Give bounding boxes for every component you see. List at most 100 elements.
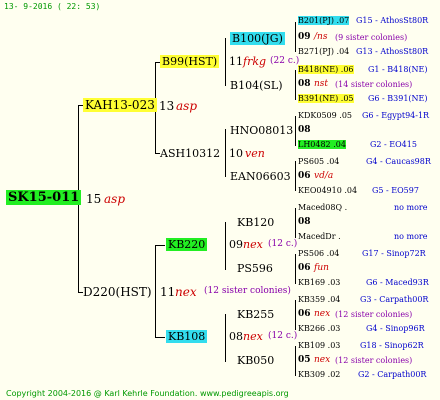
- root-year: 15: [86, 192, 102, 206]
- right-entry-id[interactable]: KB359 .04: [298, 295, 340, 304]
- right-entry-id[interactable]: KDK0509 .05: [298, 111, 352, 120]
- right-entry-info: G15 - AthosSt80R: [356, 16, 429, 25]
- kb220-queen[interactable]: KB220: [166, 238, 208, 251]
- right-entry-id[interactable]: KEO04910 .04: [298, 186, 357, 195]
- hno-queen[interactable]: HNO08013: [230, 124, 293, 137]
- connector: [155, 337, 165, 338]
- right-entry-info: G6 - Egypt94-1R: [362, 111, 430, 120]
- sire-queen[interactable]: KAH13-023: [83, 98, 157, 112]
- connector: [295, 300, 296, 330]
- mid-breeder: fun: [314, 263, 329, 273]
- mid-sisters: (12 sister colonies): [335, 310, 413, 319]
- mid-breeder: nex: [314, 355, 331, 365]
- mid-breeder: nex: [314, 309, 331, 319]
- ps596-queen[interactable]: PS596: [237, 262, 273, 275]
- kb220-sisters: (12 c.): [268, 239, 298, 249]
- right-entry-info: G6 - Maced93R: [366, 278, 429, 287]
- right-entry-id[interactable]: Maced08Q .: [298, 203, 347, 212]
- mid-breeder: vd/a: [314, 171, 334, 181]
- kb255-queen[interactable]: KB255: [237, 308, 274, 321]
- right-entry-id[interactable]: B418(NE) .06: [298, 65, 354, 74]
- ash-year: 10: [229, 147, 243, 160]
- right-entry-info: G4 - Caucas98R: [366, 157, 431, 166]
- mid-year: 08: [298, 217, 311, 227]
- timestamp: 13- 9-2016 ( 22: 53): [4, 2, 101, 11]
- b99-queen[interactable]: B99(HST): [160, 55, 220, 68]
- connector: [295, 70, 296, 100]
- right-entry-id[interactable]: KB266 .03: [298, 324, 340, 333]
- right-entry-id[interactable]: LH0482 .04: [298, 140, 346, 149]
- b99-breeder: frkg: [243, 55, 267, 68]
- mid-year: 08: [298, 79, 311, 89]
- connector: [295, 346, 296, 376]
- b99-sisters: (22 c.): [270, 56, 300, 66]
- right-entry-id[interactable]: MacedDr .: [298, 232, 341, 241]
- connector: [295, 208, 296, 238]
- right-entry-info: G6 - B391(NE): [368, 94, 428, 103]
- b99-year: 11: [229, 55, 243, 68]
- connector: [225, 314, 226, 362]
- ean-queen[interactable]: EAN06603: [230, 170, 291, 183]
- kb220-breeder: nex: [243, 238, 263, 251]
- kb108-queen[interactable]: KB108: [166, 330, 208, 343]
- pedigree-chart: 13- 9-2016 ( 22: 53) SK15-011 15 asp KAH…: [0, 0, 440, 400]
- right-entry-id[interactable]: PS605 .04: [298, 157, 339, 166]
- connector: [295, 254, 296, 284]
- mid-sisters: (12 sister colonies): [335, 356, 413, 365]
- mid-year: 06: [298, 263, 311, 273]
- right-entry-info: G3 - Carpath00R: [360, 295, 429, 304]
- right-entry-info: G2 - EO415: [370, 140, 417, 149]
- root-queen[interactable]: SK15-011: [6, 190, 82, 205]
- right-entry-id[interactable]: B201(PJ) .07: [298, 16, 350, 25]
- sire-year: 13: [159, 99, 175, 113]
- dam-year: 11: [160, 285, 176, 299]
- right-entry-id[interactable]: B271(PJ) .04: [298, 47, 349, 56]
- dam-queen[interactable]: D220(HST): [83, 285, 152, 299]
- mid-year: 06: [298, 309, 311, 319]
- right-entry-id[interactable]: KB169 .03: [298, 278, 340, 287]
- connector: [225, 38, 226, 86]
- b104-queen[interactable]: B104(SL): [230, 79, 283, 92]
- right-entry-info: G4 - Sinop96R: [366, 324, 425, 333]
- kb220-year: 09: [229, 238, 243, 251]
- connector: [295, 22, 296, 52]
- connector: [295, 116, 296, 146]
- ash-queen[interactable]: ASH10312: [160, 147, 220, 160]
- kb108-sisters: (12 c.): [268, 331, 298, 341]
- right-entry-info: no more: [394, 203, 428, 212]
- right-entry-info: G17 - Sinop72R: [362, 249, 426, 258]
- kb120-queen[interactable]: KB120: [237, 216, 274, 229]
- connector: [155, 245, 165, 246]
- kb108-breeder: nex: [243, 330, 263, 343]
- mid-breeder: /ns: [314, 32, 328, 42]
- mid-year: 05: [298, 355, 311, 365]
- right-entry-info: G5 - EO597: [372, 186, 419, 195]
- sire-breeder: asp: [176, 99, 197, 113]
- mid-sisters: (14 sister colonies): [335, 80, 413, 89]
- right-entry-info: no more: [394, 232, 428, 241]
- connector: [225, 222, 226, 270]
- dam-sisters: (12 sister colonies): [204, 286, 291, 296]
- mid-year: 09: [298, 32, 311, 42]
- mid-year: 08: [298, 125, 311, 135]
- mid-breeder: nst: [314, 79, 329, 89]
- right-entry-info: G1 - B418(NE): [368, 65, 428, 74]
- right-entry-info: G13 - AthosSt80R: [356, 47, 429, 56]
- right-entry-id[interactable]: KB309 .02: [298, 370, 340, 379]
- right-entry-id[interactable]: B391(NE) .05: [298, 94, 354, 103]
- copyright-footer: Copyright 2004-2016 @ Karl Kehrle Founda…: [6, 389, 289, 398]
- right-entry-info: G18 - Sinop62R: [360, 341, 424, 350]
- connector: [295, 161, 296, 191]
- right-entry-id[interactable]: PS506 .04: [298, 249, 339, 258]
- right-entry-info: G2 - Carpath00R: [358, 370, 427, 379]
- connector: [155, 245, 156, 337]
- root-breeder: asp: [104, 192, 125, 206]
- kb050-queen[interactable]: KB050: [237, 354, 274, 367]
- kb108-year: 08: [229, 330, 243, 343]
- dam-breeder: nex: [175, 285, 197, 299]
- connector: [225, 129, 226, 177]
- mid-sisters: (9 sister colonies): [335, 33, 408, 42]
- ash-breeder: ven: [245, 147, 265, 160]
- b100-queen[interactable]: B100(JG): [230, 32, 285, 45]
- right-entry-id[interactable]: KB109 .03: [298, 341, 340, 350]
